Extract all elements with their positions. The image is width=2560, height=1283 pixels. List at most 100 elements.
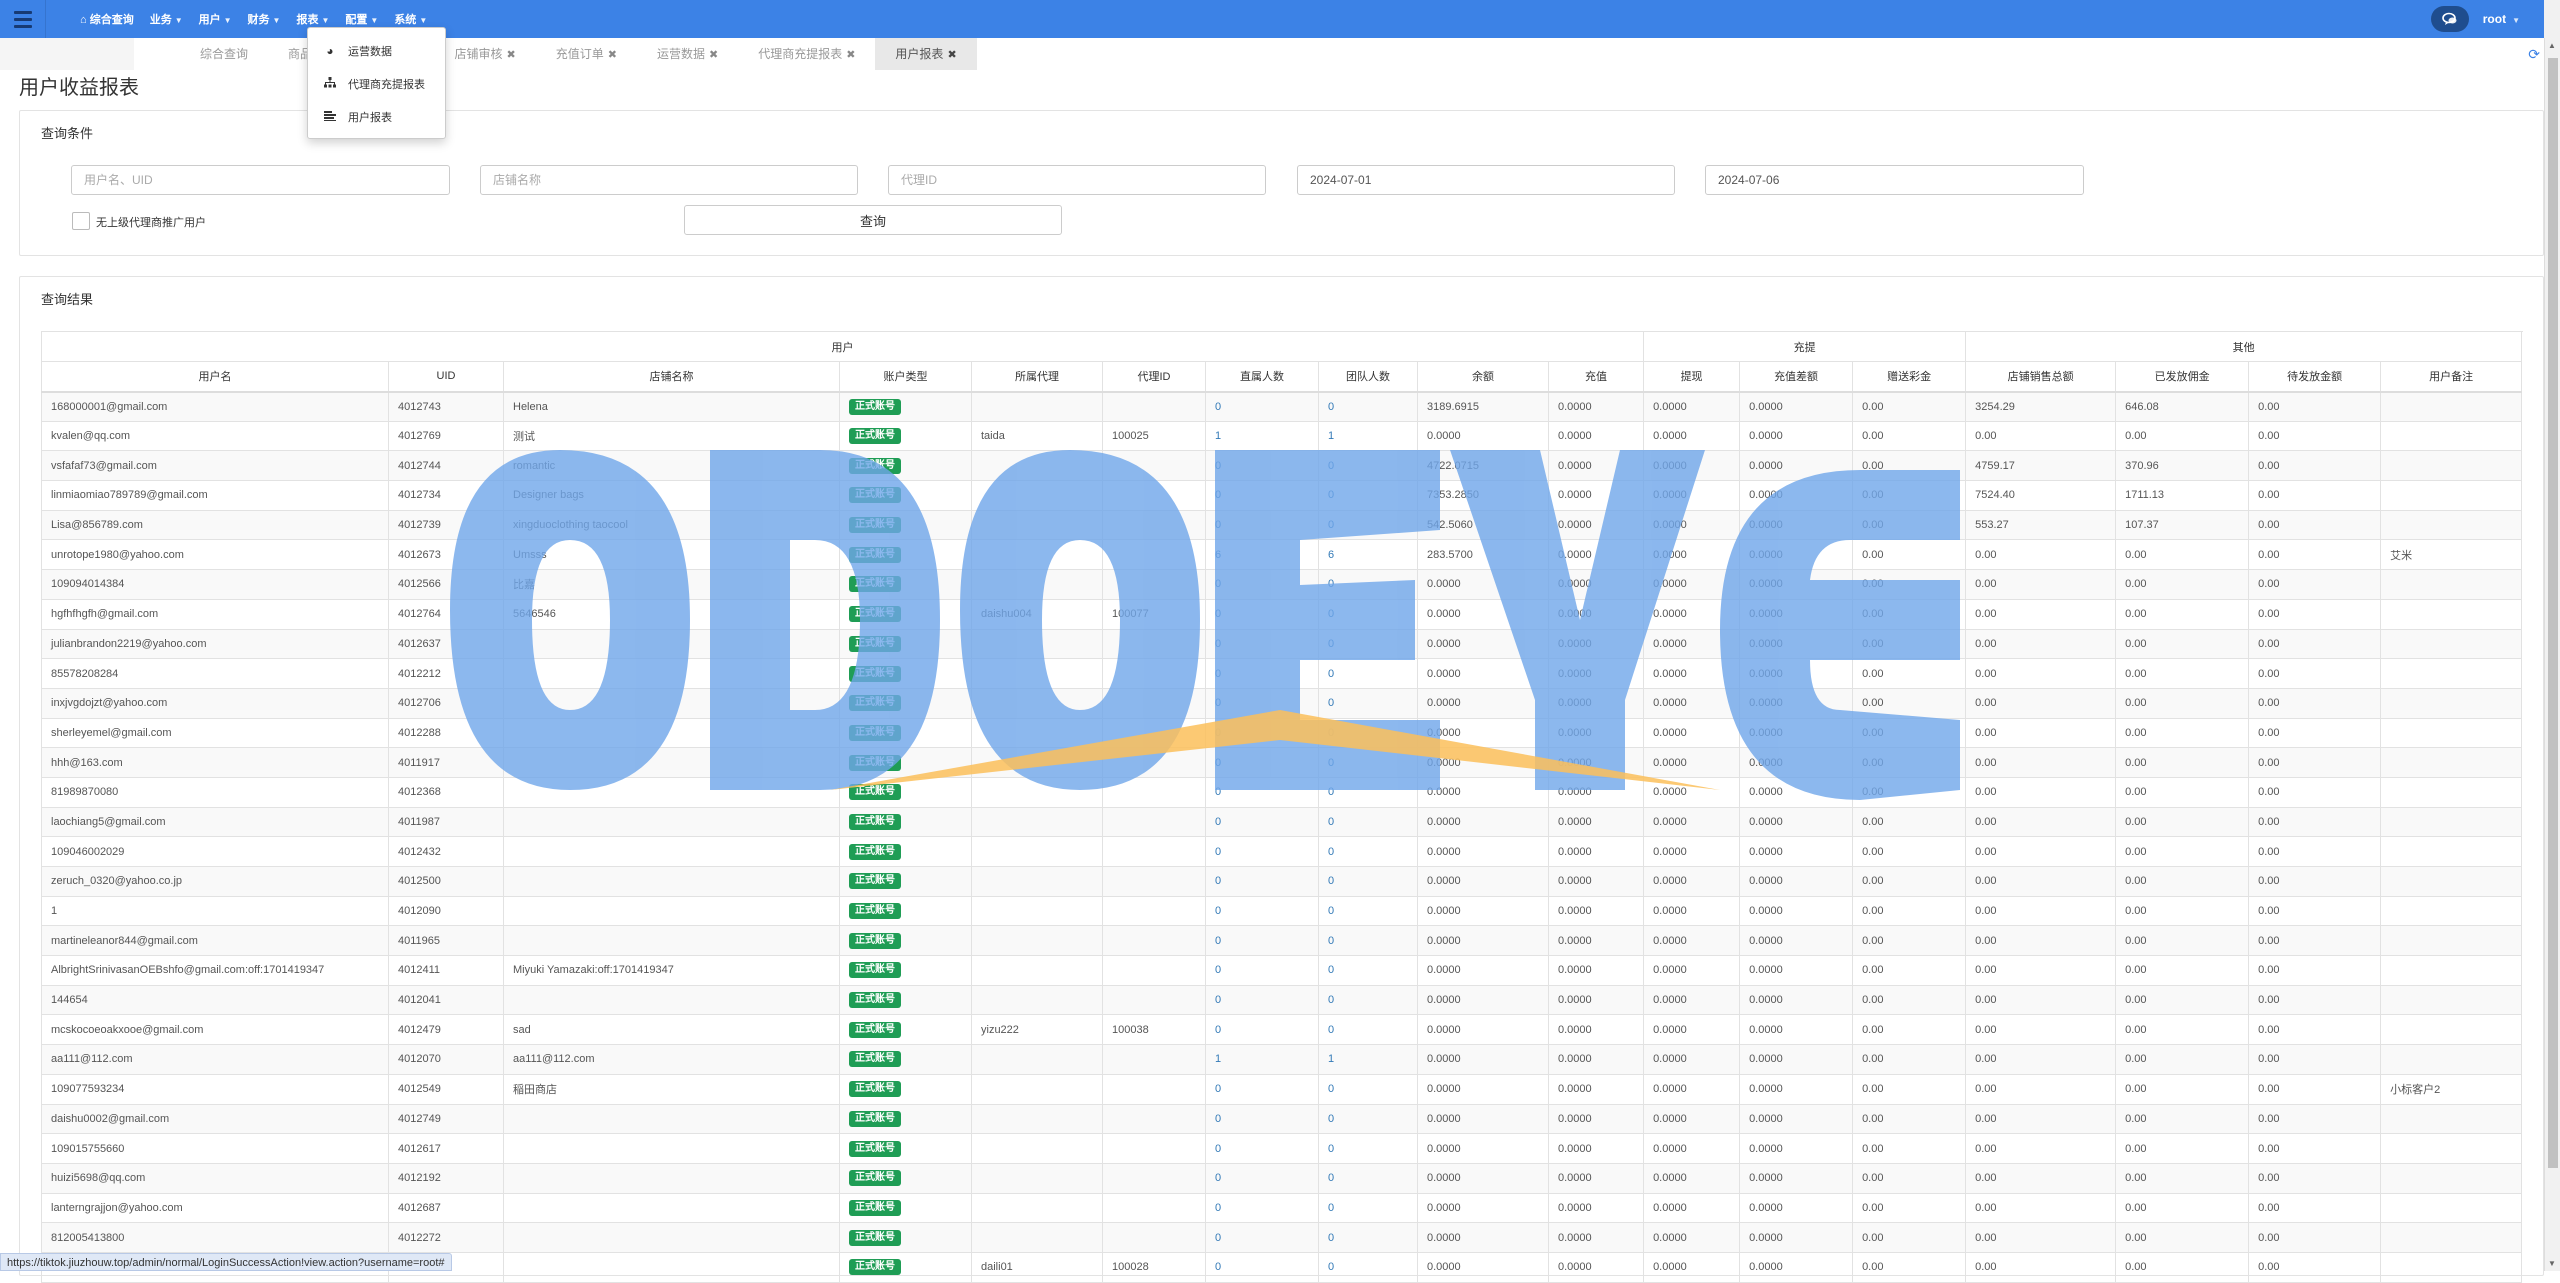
column-header[interactable]: 用户备注 — [2380, 361, 2523, 393]
column-header[interactable]: 余额 — [1417, 361, 1549, 393]
cell-team-count[interactable]: 0 — [1318, 450, 1418, 482]
chat-button[interactable] — [2430, 6, 2469, 32]
cell-direct-count[interactable]: 0 — [1205, 509, 1319, 541]
no-parent-agent-checkbox[interactable] — [72, 212, 90, 230]
column-header[interactable]: 提现 — [1643, 361, 1741, 393]
cell-team-count[interactable]: 0 — [1318, 955, 1418, 986]
cell-team-count[interactable]: 0 — [1318, 1103, 1418, 1135]
cell-direct-count[interactable]: 0 — [1205, 836, 1319, 867]
cell-direct-count[interactable]: 0 — [1205, 717, 1319, 749]
cell-team-count[interactable]: 0 — [1318, 598, 1418, 630]
page-scrollbar[interactable]: ▲ ▼ — [2544, 38, 2560, 1271]
close-tab-icon[interactable]: ✖ — [846, 49, 855, 61]
cell-direct-count[interactable]: 1 — [1205, 1044, 1319, 1075]
column-header[interactable]: 账户类型 — [839, 361, 972, 393]
cell-team-count[interactable]: 0 — [1318, 1133, 1418, 1164]
cell-team-count[interactable]: 0 — [1318, 1251, 1418, 1283]
nav-menu-item[interactable]: 业务 ▼ — [150, 11, 183, 27]
cell-direct-count[interactable]: 0 — [1205, 895, 1319, 927]
cell-team-count[interactable]: 0 — [1318, 1162, 1418, 1194]
sidebar-toggle-button[interactable] — [0, 0, 46, 38]
cell-direct-count[interactable]: 0 — [1205, 925, 1319, 957]
dropdown-item-operations-data[interactable]: ◕ 运营数据 — [308, 34, 445, 67]
cell-team-count[interactable]: 0 — [1318, 866, 1418, 897]
cell-direct-count[interactable]: 0 — [1205, 866, 1319, 897]
query-button[interactable]: 查询 — [684, 205, 1062, 235]
cell-direct-count[interactable]: 0 — [1205, 687, 1319, 719]
column-header[interactable]: 充值差额 — [1739, 361, 1854, 393]
column-header[interactable]: 店铺销售总额 — [1965, 361, 2117, 393]
user-menu[interactable]: root ▼ — [2483, 12, 2520, 26]
cell-team-count[interactable]: 0 — [1318, 1192, 1418, 1224]
column-header[interactable]: 待发放金额 — [2248, 361, 2382, 393]
nav-menu-item[interactable]: 用户 ▼ — [199, 11, 232, 27]
tab-item[interactable]: 店铺审核 ✖ — [434, 38, 535, 70]
column-header[interactable]: 赠送彩金 — [1852, 361, 1967, 393]
cell-direct-count[interactable]: 0 — [1205, 1162, 1319, 1194]
cell-direct-count[interactable]: 0 — [1205, 1133, 1319, 1164]
tab-item[interactable]: 用户报表 ✖ — [875, 38, 977, 70]
cell-team-count[interactable]: 1 — [1318, 420, 1418, 452]
tab-item[interactable]: 综合查询 — [180, 38, 268, 70]
cell-direct-count[interactable]: 0 — [1205, 450, 1319, 482]
cell-team-count[interactable]: 0 — [1318, 391, 1418, 422]
close-tab-icon[interactable]: ✖ — [709, 49, 718, 61]
cell-direct-count[interactable]: 0 — [1205, 1251, 1319, 1283]
cell-team-count[interactable]: 6 — [1318, 539, 1418, 571]
nav-menu-item[interactable]: 配置 ▼ — [345, 11, 378, 27]
cell-team-count[interactable]: 0 — [1318, 480, 1418, 511]
cell-direct-count[interactable]: 0 — [1205, 806, 1319, 838]
nav-menu-item[interactable]: ⌂ 综合查询 — [80, 11, 134, 27]
dropdown-item-agent-report[interactable]: 代理商充提报表 — [308, 67, 445, 100]
cell-direct-count[interactable]: 0 — [1205, 658, 1319, 689]
cell-direct-count[interactable]: 6 — [1205, 539, 1319, 571]
column-header[interactable]: 所属代理 — [971, 361, 1103, 393]
cell-team-count[interactable]: 0 — [1318, 1014, 1418, 1046]
cell-direct-count[interactable]: 0 — [1205, 984, 1319, 1016]
dropdown-item-user-report[interactable]: 用户报表 — [308, 100, 445, 133]
username-uid-input[interactable] — [71, 165, 450, 195]
cell-direct-count[interactable]: 0 — [1205, 955, 1319, 986]
cell-direct-count[interactable]: 1 — [1205, 420, 1319, 452]
cell-direct-count[interactable]: 0 — [1205, 598, 1319, 630]
cell-team-count[interactable]: 0 — [1318, 747, 1418, 778]
cell-direct-count[interactable]: 0 — [1205, 747, 1319, 778]
cell-team-count[interactable]: 0 — [1318, 806, 1418, 838]
refresh-icon[interactable]: ⟳ — [2528, 46, 2540, 63]
cell-team-count[interactable]: 0 — [1318, 628, 1418, 660]
close-tab-icon[interactable]: ✖ — [947, 49, 956, 61]
cell-team-count[interactable]: 0 — [1318, 717, 1418, 749]
column-header[interactable]: 代理ID — [1102, 361, 1206, 393]
cell-team-count[interactable]: 0 — [1318, 569, 1418, 600]
nav-menu-item[interactable]: 报表 ▼ — [296, 11, 329, 27]
cell-team-count[interactable]: 0 — [1318, 895, 1418, 927]
cell-direct-count[interactable]: 0 — [1205, 1222, 1319, 1253]
cell-direct-count[interactable]: 0 — [1205, 776, 1319, 808]
cell-team-count[interactable]: 1 — [1318, 1044, 1418, 1075]
cell-team-count[interactable]: 0 — [1318, 658, 1418, 689]
column-header[interactable]: 已发放佣金 — [2115, 361, 2250, 393]
nav-menu-item[interactable]: 财务 ▼ — [248, 11, 281, 27]
column-header[interactable]: UID — [388, 361, 504, 393]
start-date-input[interactable] — [1297, 165, 1675, 195]
cell-team-count[interactable]: 0 — [1318, 776, 1418, 808]
cell-direct-count[interactable]: 0 — [1205, 1192, 1319, 1224]
cell-direct-count[interactable]: 0 — [1205, 569, 1319, 600]
cell-team-count[interactable]: 0 — [1318, 509, 1418, 541]
shop-name-input[interactable] — [480, 165, 858, 195]
tab-item[interactable]: 代理商充提报表 ✖ — [738, 38, 875, 70]
cell-direct-count[interactable]: 0 — [1205, 1103, 1319, 1135]
scrollbar-thumb[interactable] — [2548, 58, 2558, 1168]
cell-team-count[interactable]: 0 — [1318, 925, 1418, 957]
cell-team-count[interactable]: 0 — [1318, 836, 1418, 867]
tab-item[interactable]: 充值订单 ✖ — [536, 38, 637, 70]
agent-id-input[interactable] — [888, 165, 1266, 195]
scroll-down-icon[interactable]: ▼ — [2548, 1259, 2556, 1268]
column-header[interactable]: 店铺名称 — [503, 361, 840, 393]
cell-direct-count[interactable]: 0 — [1205, 480, 1319, 511]
cell-direct-count[interactable]: 0 — [1205, 1014, 1319, 1046]
column-header[interactable]: 直属人数 — [1205, 361, 1319, 393]
close-tab-icon[interactable]: ✖ — [507, 49, 516, 61]
cell-direct-count[interactable]: 0 — [1205, 391, 1319, 422]
column-header[interactable]: 充值 — [1547, 361, 1645, 393]
